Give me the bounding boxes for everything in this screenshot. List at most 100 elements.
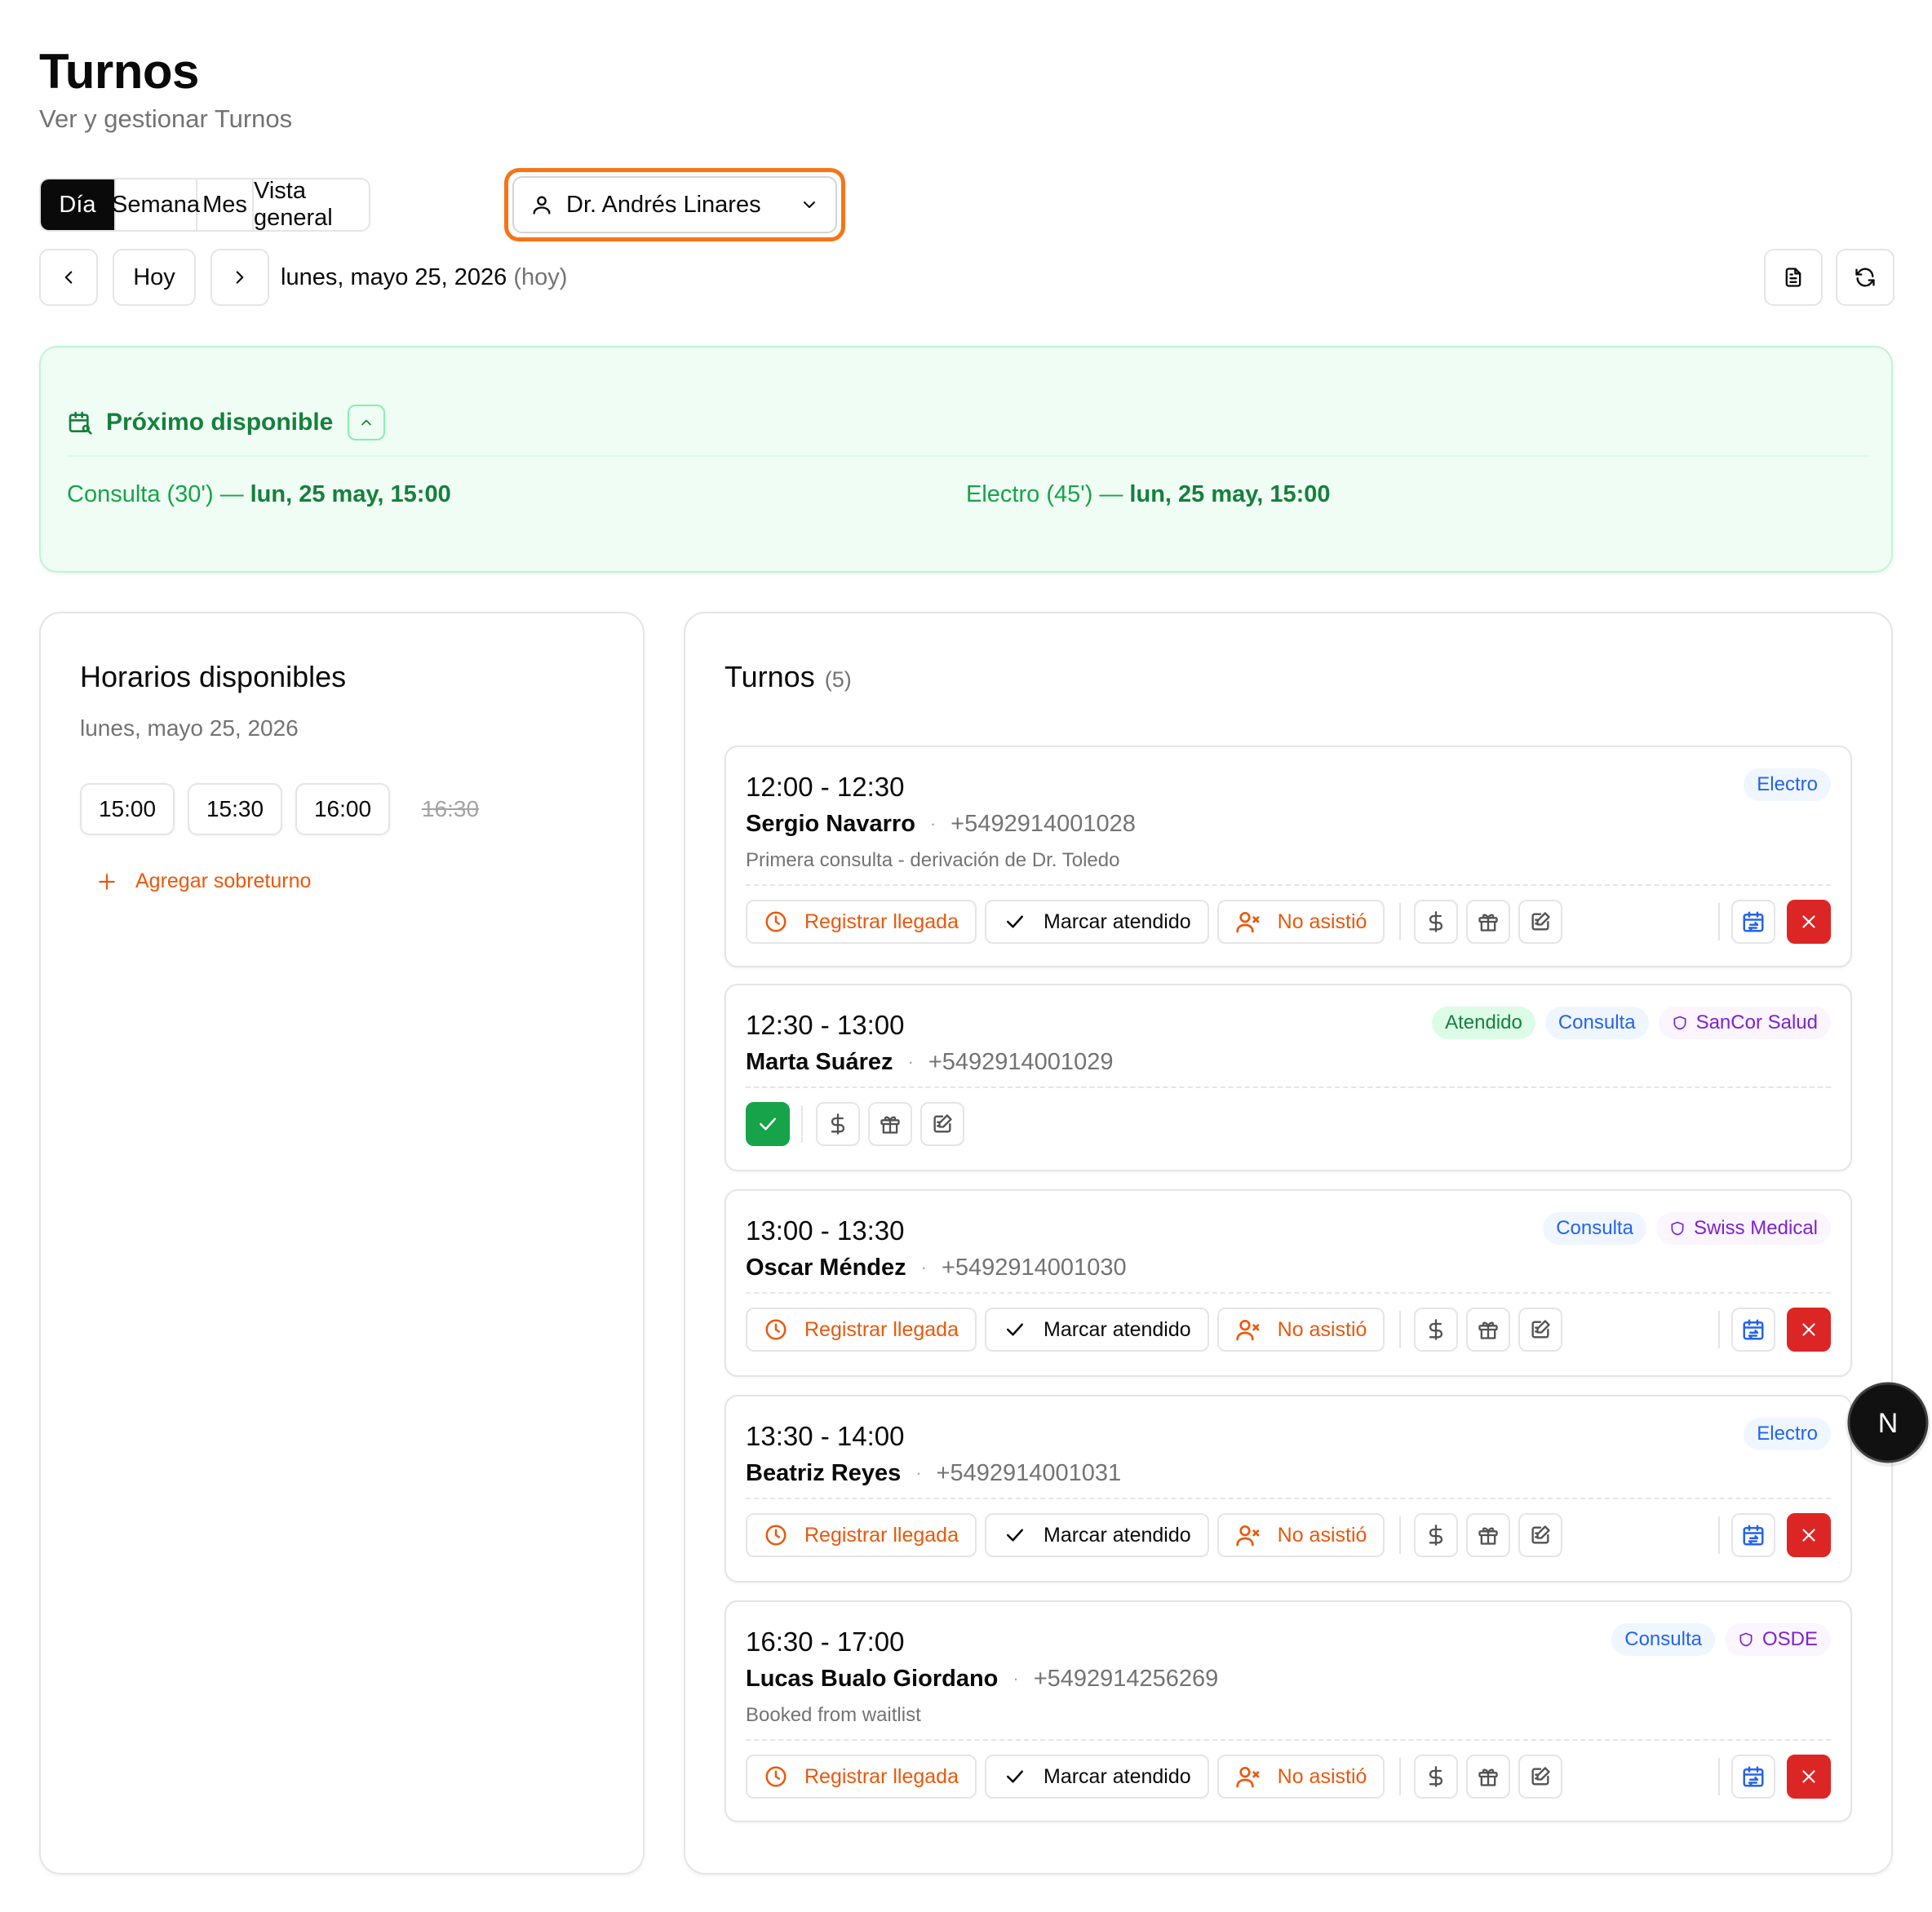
tab-semana[interactable]: Semana: [112, 179, 200, 230]
payment-button[interactable]: [816, 1102, 860, 1146]
cancel-appointment-button[interactable]: [1787, 1308, 1831, 1352]
notes-button[interactable]: [1518, 1513, 1563, 1557]
appointment-card[interactable]: 16:30 - 17:00 Lucas Bualo Giordano · +54929…: [724, 1600, 1852, 1822]
gift-icon: [879, 1113, 902, 1135]
appointment-card[interactable]: 13:00 - 13:30 Oscar Méndez · +5492914001030…: [724, 1189, 1852, 1377]
appointment-card[interactable]: 12:30 - 13:00 Marta Suárez · +5492914001029…: [724, 984, 1852, 1171]
patient-name[interactable]: Beatriz Reyes: [746, 1457, 901, 1489]
close-icon: [1798, 1766, 1819, 1787]
gift-icon: [1477, 1318, 1500, 1341]
add-overbook-button[interactable]: Agregar sobreturno: [96, 870, 311, 893]
notes-button[interactable]: [920, 1102, 964, 1146]
next-available-item[interactable]: Consulta (30') — lun, 25 may, 15:00: [67, 478, 451, 511]
patient-name[interactable]: Lucas Bualo Giordano: [746, 1662, 998, 1695]
cancel-appointment-button[interactable]: [1787, 900, 1831, 944]
no-show-button[interactable]: No asistió: [1216, 1755, 1385, 1799]
appointment-actions: Registrar llegada Marcar atendido No asist…: [746, 1307, 1831, 1352]
collapse-button[interactable]: [348, 405, 386, 440]
gift-button[interactable]: [1466, 900, 1511, 944]
gift-icon: [1477, 1524, 1500, 1547]
no-show-button[interactable]: No asistió: [1216, 900, 1385, 944]
type-badge: Consulta: [1543, 1212, 1646, 1245]
patient-phone: +5492914256269: [1033, 1666, 1219, 1692]
calendar-search-icon: [67, 409, 93, 436]
divider: [1718, 1516, 1720, 1554]
check-icon: [1003, 1317, 1044, 1342]
patient-name[interactable]: Oscar Méndez: [746, 1251, 906, 1284]
divider: [801, 1105, 803, 1143]
register-arrival-button[interactable]: Registrar llegada: [746, 1755, 977, 1799]
user-x-icon: [1235, 1317, 1278, 1343]
mark-attended-button[interactable]: Marcar atendido: [985, 1308, 1209, 1352]
gift-button[interactable]: [868, 1102, 912, 1146]
next-available-service: Electro (45'): [966, 481, 1093, 507]
notes-button[interactable]: [1518, 1308, 1563, 1352]
patient-info: Marta Suárez · +5492914001029: [746, 1046, 1113, 1078]
next-dev-indicator[interactable]: N: [1841, 1377, 1932, 1472]
appointments-count: (5): [824, 667, 852, 692]
patient-info: Oscar Méndez · +5492914001030: [746, 1251, 1127, 1284]
gift-button[interactable]: [1466, 1308, 1511, 1352]
clock-icon: [764, 1317, 804, 1342]
badge-label: SanCor Salud: [1695, 1011, 1818, 1033]
gift-button[interactable]: [1466, 1513, 1511, 1557]
divider: [1399, 903, 1402, 941]
register-arrival-button[interactable]: Registrar llegada: [746, 1513, 977, 1557]
patient-phone: +5492914001031: [936, 1460, 1122, 1486]
reschedule-button[interactable]: [1731, 900, 1775, 944]
no-show-label: No asistió: [1277, 1317, 1367, 1341]
next-available-header: Próximo disponible: [67, 405, 386, 440]
clock-icon: [764, 1764, 804, 1789]
payment-button[interactable]: [1414, 1308, 1459, 1352]
calendar-swap-icon: [1741, 1764, 1766, 1789]
mark-attended-label: Marcar atendido: [1044, 1764, 1191, 1788]
no-show-button[interactable]: No asistió: [1216, 1308, 1385, 1352]
mark-attended-button[interactable]: Marcar atendido: [985, 900, 1209, 944]
patient-name[interactable]: Marta Suárez: [746, 1046, 893, 1078]
prev-day-button[interactable]: [39, 249, 98, 306]
slot-button[interactable]: 16:00: [295, 783, 390, 835]
patient-name[interactable]: Sergio Navarro: [746, 808, 915, 840]
report-button[interactable]: [1764, 249, 1823, 306]
appointment-card[interactable]: 12:00 - 12:30 Sergio Navarro · +54929140010…: [724, 746, 1852, 967]
no-show-label: No asistió: [1277, 1764, 1367, 1788]
appointment-actions: Registrar llegada Marcar atendido No asist…: [746, 899, 1831, 945]
cancel-appointment-button[interactable]: [1787, 1755, 1831, 1799]
payment-button[interactable]: [1414, 1755, 1459, 1799]
today-button[interactable]: Hoy: [113, 249, 196, 306]
refresh-button[interactable]: [1836, 249, 1894, 306]
reschedule-button[interactable]: [1731, 1513, 1775, 1557]
reschedule-button[interactable]: [1731, 1308, 1775, 1352]
next-day-button[interactable]: [210, 249, 269, 306]
reschedule-button[interactable]: [1731, 1755, 1775, 1799]
cancel-appointment-button[interactable]: [1787, 1513, 1831, 1557]
payment-button[interactable]: [1414, 1513, 1459, 1557]
doctor-select-value: Dr. Andrés Linares: [566, 191, 761, 218]
doctor-select[interactable]: Dr. Andrés Linares: [512, 176, 837, 233]
notes-button[interactable]: [1518, 900, 1563, 944]
mark-attended-button[interactable]: Marcar atendido: [985, 1513, 1209, 1557]
appointments-title-text: Turnos: [724, 660, 815, 693]
divider: [1718, 903, 1720, 941]
next-available-item[interactable]: Electro (45') — lun, 25 may, 15:00: [966, 478, 1331, 511]
slot-button[interactable]: 15:00: [80, 783, 175, 835]
notes-button[interactable]: [1518, 1755, 1563, 1799]
gift-button[interactable]: [1466, 1755, 1511, 1799]
type-badge: Electro: [1744, 768, 1831, 801]
tab-mes[interactable]: Mes: [197, 179, 254, 230]
payment-button[interactable]: [1414, 900, 1459, 944]
shield-icon: [1738, 1631, 1762, 1648]
slot-button[interactable]: 15:30: [188, 783, 282, 835]
no-show-button[interactable]: No asistió: [1216, 1513, 1385, 1557]
close-icon: [1798, 1319, 1819, 1340]
mark-attended-button[interactable]: Marcar atendido: [985, 1755, 1209, 1799]
chevron-left-icon: [58, 267, 79, 288]
appointment-card[interactable]: 13:30 - 14:00 Beatriz Reyes · +549291400103…: [724, 1395, 1852, 1582]
tab-dia[interactable]: Día: [41, 179, 116, 230]
register-arrival-button[interactable]: Registrar llegada: [746, 1308, 977, 1352]
dashed-divider: [746, 1292, 1831, 1294]
divider: [67, 455, 1870, 457]
appointments-title: Turnos (5): [724, 657, 852, 699]
tab-vista-general[interactable]: Vista general: [254, 179, 369, 230]
register-arrival-button[interactable]: Registrar llegada: [746, 900, 977, 944]
